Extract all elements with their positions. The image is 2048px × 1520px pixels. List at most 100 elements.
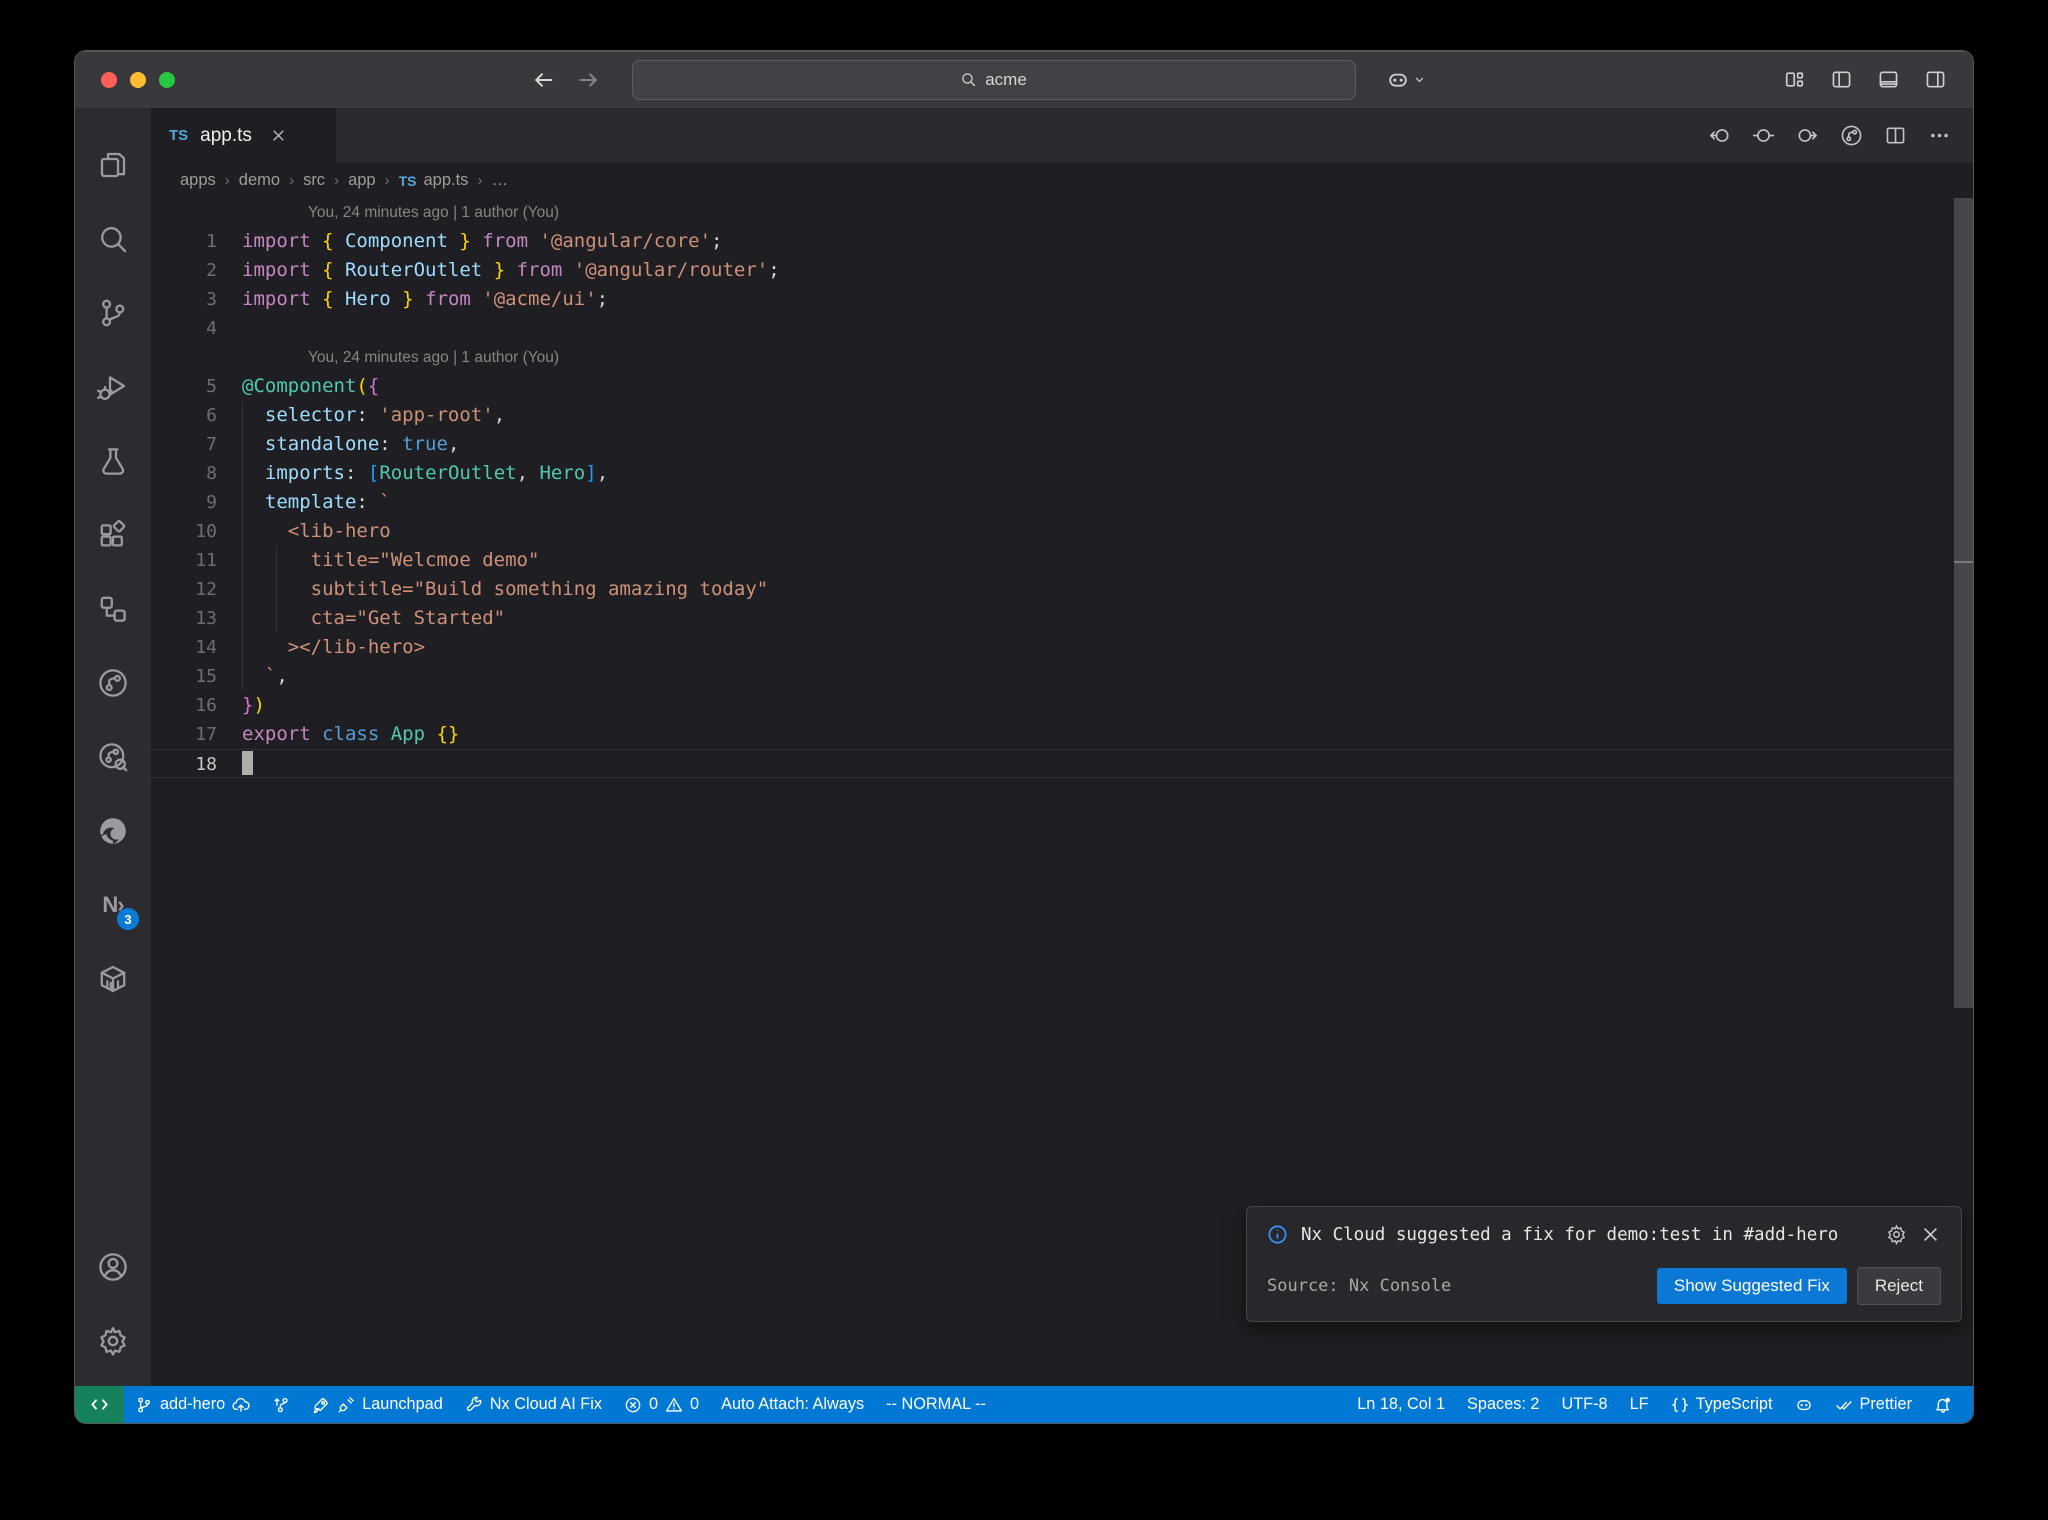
activity-accounts[interactable] [75,1230,151,1304]
nav-back-icon[interactable] [1708,124,1731,147]
code-line-5[interactable]: 5 @Component({ [151,372,1973,401]
chevron-down-icon [1412,72,1427,87]
code-line-7[interactable]: 7 standalone: true, [151,430,1973,459]
activity-testing[interactable] [75,424,151,498]
code-line-12[interactable]: 12 subtitle="Build something amazing tod… [151,575,1973,604]
activity-containers[interactable] [75,942,151,1016]
status-copilot[interactable] [1784,1386,1824,1423]
status-language[interactable]: TypeScript [1660,1386,1784,1423]
history-forward-icon[interactable] [576,68,600,92]
breadcrumb-item[interactable]: app [348,171,376,190]
text-cursor [242,751,253,775]
reject-button[interactable]: Reject [1856,1267,1941,1305]
code-line-17[interactable]: 17 export class App {} [151,720,1973,749]
activity-search[interactable] [75,202,151,276]
notification-close-icon[interactable] [1920,1224,1941,1245]
activity-run-debug[interactable] [75,350,151,424]
status-cursor-position[interactable]: Ln 18, Col 1 [1346,1386,1456,1423]
copilot-menu[interactable] [1386,68,1427,92]
nav-forward-icon[interactable] [1796,124,1819,147]
code-line-1[interactable]: 1 import { Component } from '@angular/cor… [151,227,1973,256]
status-text: Prettier [1859,1395,1912,1413]
traffic-lights [101,71,175,88]
typescript-file-icon: TS [398,172,417,189]
activity-commit-graph[interactable] [75,646,151,720]
breadcrumb-separator: › [334,172,340,189]
activity-nx-console[interactable]: N› 3 [75,868,151,942]
notification-settings-icon[interactable] [1886,1224,1907,1245]
status-formatter[interactable]: Prettier [1824,1386,1923,1423]
status-eol[interactable]: LF [1619,1386,1660,1423]
code-line-3[interactable]: 3 import { Hero } from '@acme/ui'; [151,285,1973,314]
minimize-window-button[interactable] [130,71,146,88]
code-line-4[interactable]: 4 [151,314,1973,343]
warning-icon [665,1396,683,1414]
status-text: Launchpad [362,1395,443,1413]
breadcrumb-item[interactable]: apps [180,171,216,190]
status-vim-mode[interactable]: -- NORMAL -- [875,1386,997,1423]
error-icon [624,1396,642,1414]
layout-controls [1783,68,1947,91]
breadcrumb-item[interactable]: demo [239,171,280,190]
breadcrumb-item[interactable]: src [303,171,325,190]
code-line-8[interactable]: 8 imports: [RouterOutlet, Hero], [151,459,1973,488]
search-value: acme [985,69,1027,89]
activity-explorer[interactable] [75,128,151,202]
activity-settings[interactable] [75,1304,151,1378]
remote-indicator[interactable] [75,1386,124,1423]
activity-commit-graph-search[interactable] [75,720,151,794]
zoom-window-button[interactable] [159,71,175,88]
close-window-button[interactable] [101,71,117,88]
scrollbar-thumb[interactable] [1954,198,1973,1008]
show-suggested-fix-button[interactable]: Show Suggested Fix [1656,1268,1847,1304]
code-line-13[interactable]: 13 cta="Get Started" [151,604,1973,633]
code-line-2[interactable]: 2 import { RouterOutlet } from '@angular/… [151,256,1973,285]
activity-edge-tools[interactable] [75,794,151,868]
notification-message: Nx Cloud suggested a fix for demo:test i… [1301,1224,1839,1245]
panel-left-icon[interactable] [1830,68,1853,91]
more-actions-icon[interactable] [1928,124,1951,147]
status-encoding[interactable]: UTF-8 [1550,1386,1618,1423]
code-line-9[interactable]: 9 template: ` [151,488,1973,517]
activity-source-control[interactable] [75,276,151,350]
status-nx-cloud-ai-fix[interactable]: Nx Cloud AI Fix [454,1386,613,1423]
breadcrumb-item[interactable]: TS app.ts [399,171,469,190]
nx-badge: 3 [117,908,139,930]
status-auto-attach[interactable]: Auto Attach: Always [710,1386,875,1423]
code-line-14[interactable]: 14 ></lib-hero> [151,633,1973,662]
code-line-10[interactable]: 10 <lib-hero [151,517,1973,546]
breadcrumb-item[interactable]: … [491,171,508,190]
close-tab-icon[interactable] [270,127,287,144]
status-problems[interactable]: 00 [613,1386,710,1423]
code-line-15[interactable]: 15 `, [151,662,1973,691]
activity-project-structure[interactable] [75,572,151,646]
tab-label: app.ts [200,124,252,146]
status-text: TypeScript [1695,1395,1773,1413]
nav-circle-icon[interactable] [1752,124,1775,147]
split-editor-icon[interactable] [1884,124,1907,147]
cloud-upload-icon [232,1396,250,1414]
code-line-11[interactable]: 11 title="Welcmoe demo" [151,546,1973,575]
history-back-icon[interactable] [532,68,556,92]
panel-right-icon[interactable] [1924,68,1947,91]
git-blame-annotation: You, 24 minutes ago | 1 author (You) [308,349,560,366]
typescript-file-icon: TS [169,127,189,144]
status-launchpad[interactable]: Launchpad [301,1386,454,1423]
run-graph-icon[interactable] [1840,124,1863,147]
tab-app-ts[interactable]: TS app.ts [151,108,336,163]
status-notifications[interactable] [1923,1386,1963,1423]
code-editor[interactable]: You, 24 minutes ago | 1 author (You) 1 imp… [151,198,1973,1386]
code-line-6[interactable]: 6 selector: 'app-root', [151,401,1973,430]
panel-bottom-icon[interactable] [1877,68,1900,91]
breadcrumb: apps › demo › src › app › TS app.ts ›… [151,163,1973,198]
activity-extensions[interactable] [75,498,151,572]
status-indentation[interactable]: Spaces: 2 [1456,1386,1550,1423]
status-git-branch[interactable]: add-hero [124,1386,261,1423]
breadcrumb-separator: › [477,172,483,189]
status-text: UTF-8 [1561,1395,1608,1413]
code-line-16[interactable]: 16}) [151,691,1973,720]
customize-layout-icon[interactable] [1783,68,1806,91]
command-center-search[interactable]: acme [631,59,1356,100]
status-gitlens[interactable] [261,1386,301,1423]
code-line-18[interactable]: 18 [151,749,1973,778]
